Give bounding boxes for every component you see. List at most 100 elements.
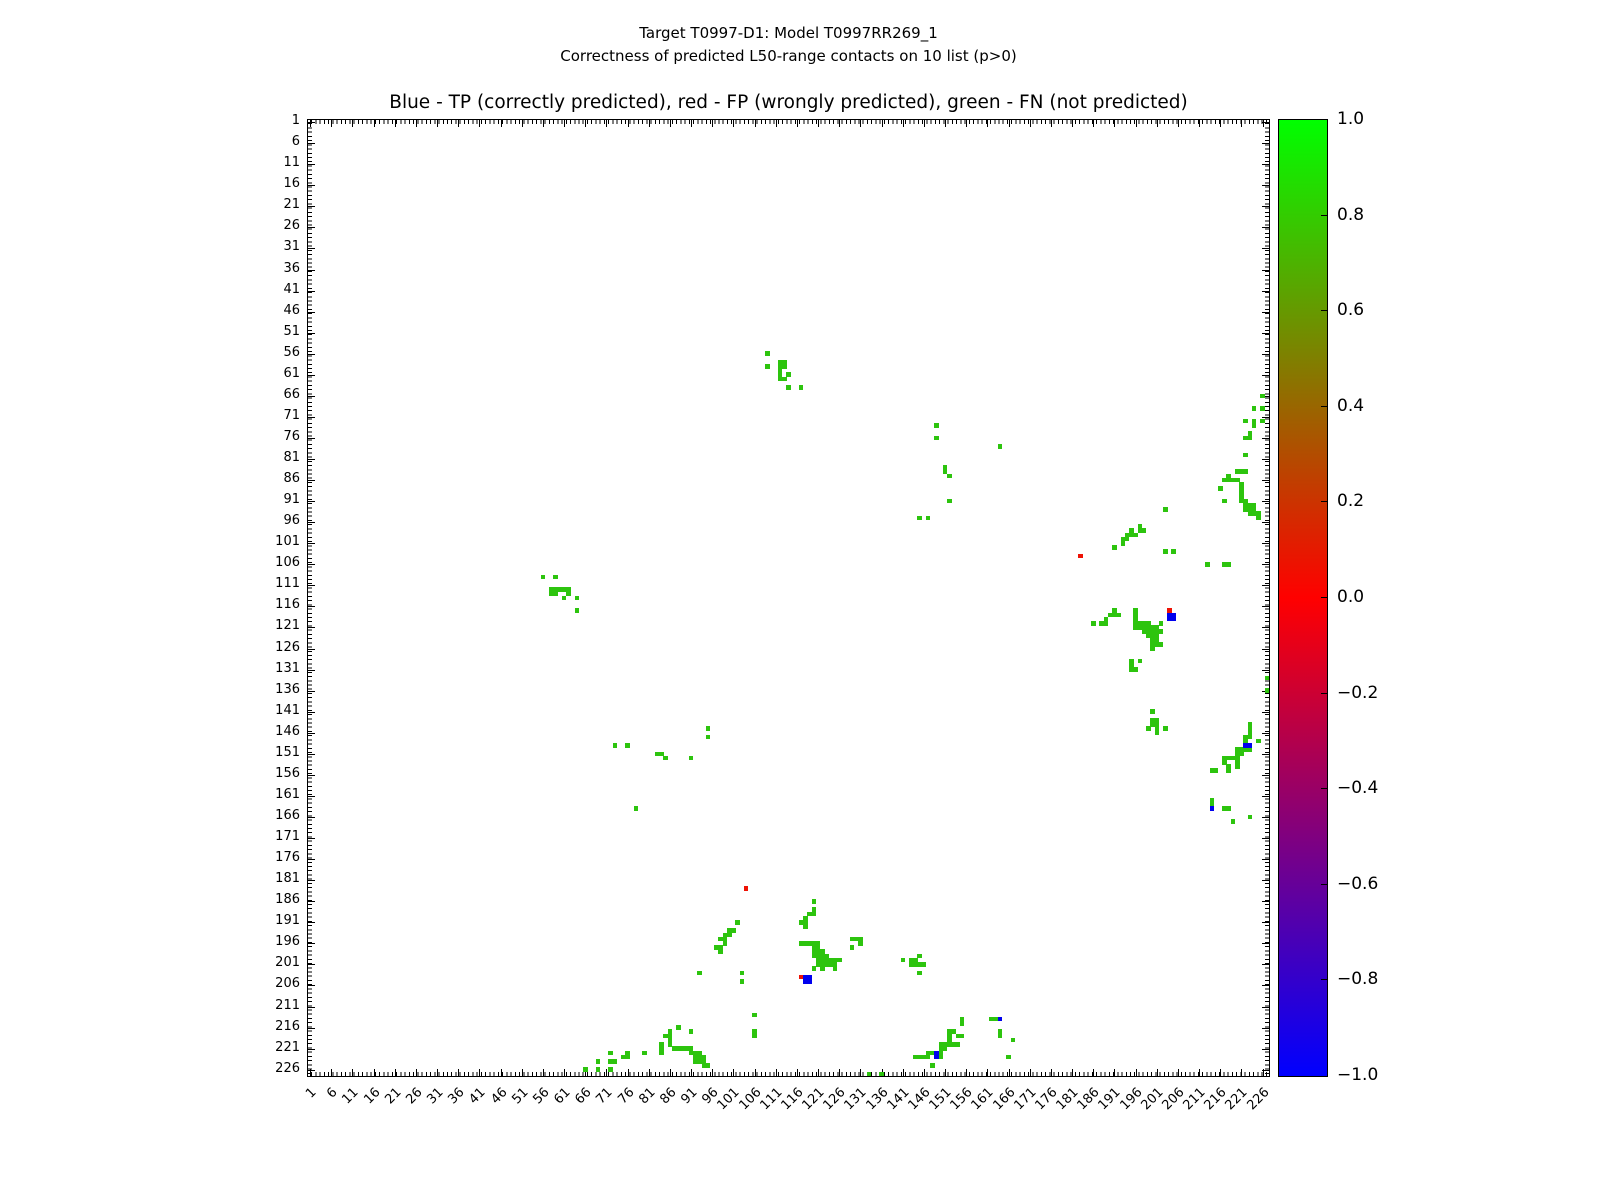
contact-point-fn	[625, 1055, 630, 1060]
y-major-tick	[308, 122, 315, 123]
x-major-tick	[733, 1069, 734, 1076]
y-tick-label: 1	[242, 113, 300, 129]
y-tick-label: 186	[242, 892, 300, 908]
contact-point-fn	[676, 1025, 681, 1030]
minor-ticks-bottom	[308, 1072, 1269, 1076]
x-major-tick	[1157, 120, 1158, 127]
y-major-tick	[308, 1028, 315, 1029]
y-major-tick	[308, 922, 315, 923]
y-tick-label: 211	[242, 998, 300, 1014]
contact-point-fn	[596, 1067, 601, 1072]
x-major-tick	[1157, 1069, 1158, 1076]
y-tick-label: 176	[242, 850, 300, 866]
x-major-tick	[1009, 1069, 1010, 1076]
contact-point-fn	[689, 1029, 694, 1034]
y-major-tick	[308, 417, 315, 418]
contact-map-plot	[307, 119, 1270, 1077]
contact-point-fn	[926, 516, 931, 521]
x-major-tick	[712, 1069, 713, 1076]
contact-point-fn	[1133, 533, 1138, 538]
contact-point-fn	[1163, 507, 1168, 512]
contact-point-fn	[1260, 406, 1265, 411]
contact-point-fn	[820, 966, 825, 971]
contact-point-fn	[1146, 726, 1151, 731]
contact-point-fn	[583, 1067, 588, 1072]
y-major-tick	[308, 312, 315, 313]
x-major-tick	[522, 120, 523, 127]
y-tick-label: 66	[242, 387, 300, 403]
y-major-tick	[308, 1007, 315, 1008]
x-major-tick	[522, 1069, 523, 1076]
contact-point-fn	[1260, 394, 1265, 399]
contact-point-fn	[765, 351, 770, 356]
contact-point-fn	[1159, 642, 1164, 647]
y-major-tick	[308, 1070, 315, 1071]
y-major-tick	[308, 859, 315, 860]
y-tick-label: 156	[242, 766, 300, 782]
contact-point-fn	[1243, 469, 1248, 474]
y-major-tick	[308, 333, 315, 334]
x-major-tick	[543, 120, 544, 127]
y-major-tick	[308, 185, 315, 186]
contact-point-fn	[812, 966, 817, 971]
x-major-tick	[1136, 120, 1137, 127]
x-major-tick	[374, 120, 375, 127]
x-major-tick	[987, 1069, 988, 1076]
y-major-tick	[308, 206, 315, 207]
colorbar-tick	[1321, 979, 1327, 980]
contact-point-fn	[1243, 419, 1248, 424]
y-major-tick	[308, 164, 315, 165]
y-major-tick	[308, 248, 315, 249]
x-major-tick	[416, 1069, 417, 1076]
contact-point-fn	[782, 377, 787, 382]
x-major-tick	[1009, 120, 1010, 127]
x-major-tick	[924, 120, 925, 127]
y-major-tick	[1262, 775, 1269, 776]
contact-point-fn	[786, 372, 791, 377]
x-major-tick	[755, 1069, 756, 1076]
y-tick-label: 196	[242, 934, 300, 950]
y-tick-label: 31	[242, 239, 300, 255]
y-tick-label: 121	[242, 618, 300, 634]
y-major-tick	[1262, 606, 1269, 607]
contact-point-fn	[812, 899, 817, 904]
y-tick-label: 116	[242, 597, 300, 613]
y-tick-label: 206	[242, 976, 300, 992]
x-major-tick	[352, 120, 353, 127]
x-major-tick	[352, 1069, 353, 1076]
contact-point-fn	[1159, 621, 1164, 626]
y-major-tick	[1262, 712, 1269, 713]
x-major-tick	[543, 1069, 544, 1076]
colorbar-tick-label: 0.4	[1337, 396, 1397, 416]
contact-point-fn	[1150, 646, 1155, 651]
y-tick-label: 26	[242, 218, 300, 234]
y-tick-label: 21	[242, 197, 300, 213]
y-major-tick	[1262, 248, 1269, 249]
contact-point-fn	[956, 1042, 961, 1047]
colorbar-tick	[1321, 501, 1327, 502]
y-major-tick	[308, 480, 315, 481]
contact-point-fn	[1222, 499, 1227, 504]
contact-point-fn	[1218, 486, 1223, 491]
x-major-tick	[818, 120, 819, 127]
contact-point-fn	[939, 1055, 944, 1060]
x-major-tick	[310, 120, 311, 127]
contact-point-fn	[917, 516, 922, 521]
contact-point-fn	[541, 575, 546, 580]
contact-point-fn	[799, 920, 804, 925]
contact-point-fn	[608, 1067, 613, 1072]
y-major-tick	[1262, 543, 1269, 544]
x-major-tick	[882, 120, 883, 127]
y-major-tick	[1262, 922, 1269, 923]
contact-point-fn	[1239, 752, 1244, 757]
contact-point-fn	[1231, 819, 1236, 824]
contact-point-fn	[922, 962, 927, 967]
x-major-tick	[416, 120, 417, 127]
x-major-tick	[1220, 120, 1221, 127]
contact-point-tp	[998, 1017, 1003, 1022]
y-major-tick	[308, 964, 315, 965]
y-tick-label: 46	[242, 303, 300, 319]
y-tick-label: 131	[242, 661, 300, 677]
y-major-tick	[1262, 838, 1269, 839]
contact-point-fn	[1104, 617, 1109, 622]
